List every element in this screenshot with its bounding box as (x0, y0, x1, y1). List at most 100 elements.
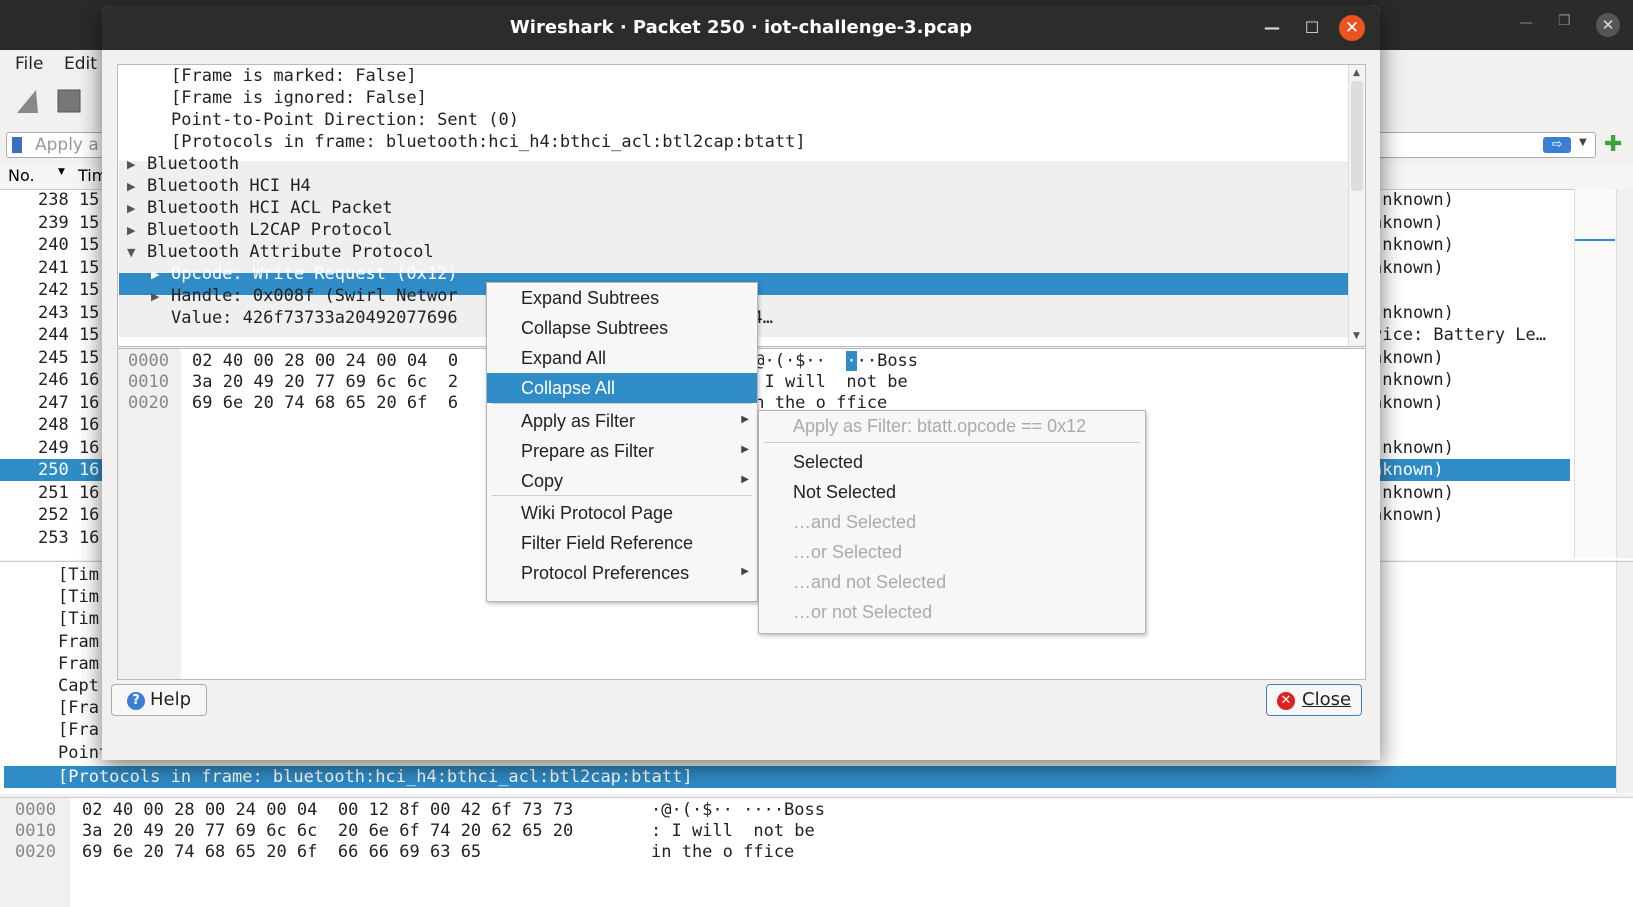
main-restore-button[interactable]: ❐ (1558, 13, 1571, 29)
expand-arrow-icon[interactable]: ▶ (151, 290, 159, 303)
menu-item-apply-as-filter[interactable]: Apply as Filter ▶ (487, 406, 757, 436)
row-number: 247 16 (38, 392, 100, 413)
protocol-node[interactable]: Bluetooth L2CAP Protocol (147, 220, 393, 240)
bytes-hex[interactable]: 02 40 00 28 00 24 00 04 00 12 8f 00 42 6… (82, 800, 573, 820)
detail-line[interactable]: [Tim (58, 565, 99, 585)
hex-bytes[interactable]: 3a 20 49 20 77 69 6c 6c 2 (192, 372, 458, 392)
bytes-ascii[interactable]: : I will not be (651, 821, 825, 841)
detail-line[interactable]: [Tim (58, 587, 99, 607)
close-button[interactable]: ✕ Close (1266, 684, 1362, 716)
row-number: 251 16 (38, 482, 100, 503)
expand-arrow-icon[interactable]: ▶ (127, 158, 135, 171)
row-number: 253 16 (38, 527, 100, 548)
value-node[interactable]: Value: 426f73733a20492077696 (171, 308, 458, 328)
add-filter-button-icon[interactable]: ✚ (1604, 132, 1622, 157)
filter-expression-area[interactable]: ⇨ ▼ (1378, 132, 1596, 158)
menu-item-filter-field-reference[interactable]: Filter Field Reference (487, 528, 757, 558)
submenu-item-label: Not Selected (793, 482, 897, 502)
expand-arrow-icon[interactable]: ▶ (127, 224, 135, 237)
detail-line[interactable]: [Tim (58, 609, 99, 629)
detail-line[interactable]: [Fra (58, 698, 99, 718)
collapse-arrow-icon[interactable]: ▼ (127, 246, 135, 259)
tree-line[interactable]: [Frame is marked: False] (171, 66, 417, 86)
menu-item-expand-subtrees[interactable]: Expand Subtrees (487, 283, 757, 313)
detail-line[interactable]: [Fra (58, 720, 99, 740)
row-info: nknown) (1372, 505, 1444, 525)
main-close-button[interactable]: ✕ (1596, 13, 1620, 37)
dialog-minimize-button[interactable]: — (1262, 18, 1282, 38)
submenu-item[interactable]: Not Selected (759, 477, 1145, 507)
tree-line[interactable]: Point-to-Point Direction: Sent (0) (171, 110, 519, 130)
opcode-node[interactable]: Opcode: Write Request (0x12) (171, 264, 458, 284)
submenu-item: …and not Selected (759, 567, 1145, 597)
menu-item-collapse-all[interactable]: Collapse All (487, 373, 757, 403)
stop-capture-icon[interactable] (55, 87, 83, 115)
submenu-header: Apply as Filter: btatt.opcode == 0x12 (759, 411, 1145, 441)
protocol-node[interactable]: Bluetooth Attribute Protocol (147, 242, 434, 262)
expand-arrow-icon[interactable]: ▶ (151, 268, 159, 281)
tree-line[interactable]: [Frame is ignored: False] (171, 88, 427, 108)
tree-line[interactable]: [Protocols in frame: bluetooth:hci_h4:bt… (171, 132, 806, 152)
display-filter-input[interactable]: Apply a (6, 132, 104, 158)
expand-arrow-icon[interactable]: ▶ (127, 180, 135, 193)
bookmark-icon[interactable] (12, 137, 22, 153)
menu-file[interactable]: File (15, 54, 43, 74)
filter-dropdown-icon[interactable]: ▼ (1579, 137, 1587, 148)
hex-bytes[interactable]: 02 40 00 28 00 24 00 04 0 (192, 351, 458, 371)
detail-scrollbar[interactable] (1616, 562, 1633, 793)
dialog-close-x-button[interactable]: ✕ (1339, 15, 1365, 41)
apply-filter-arrow-icon[interactable]: ⇨ (1543, 137, 1571, 153)
hex-offset: 0000 (128, 351, 169, 371)
ascii-part: ··Boss (856, 351, 919, 371)
main-minimize-button[interactable]: — (1519, 15, 1533, 31)
hex-bytes[interactable]: 69 6e 20 74 68 65 20 6f 6 (192, 393, 458, 413)
filter-placeholder: Apply a (35, 135, 99, 155)
protocol-node[interactable]: Bluetooth (147, 154, 239, 174)
protocol-node[interactable]: Bluetooth HCI H4 (147, 176, 311, 196)
tree-scrollbar[interactable]: ▲ ▼ (1348, 65, 1365, 346)
hex-offset: 0020 (128, 393, 169, 413)
menu-edit[interactable]: Edit (64, 54, 97, 74)
menu-item-protocol-preferences[interactable]: Protocol Preferences ▶ (487, 558, 757, 588)
hex-ascii[interactable]: : I will not be (744, 372, 908, 392)
bytes-ascii[interactable]: in the o ffice (651, 842, 794, 862)
dialog-maximize-button[interactable]: ☐ (1302, 18, 1322, 38)
help-label: Help (150, 689, 192, 710)
submenu-item[interactable]: Selected (759, 447, 1145, 477)
menu-separator (492, 403, 752, 404)
bytes-hex[interactable]: 3a 20 49 20 77 69 6c 6c 20 6e 6f 74 20 6… (82, 821, 573, 841)
submenu-arrow-icon: ▶ (741, 474, 749, 485)
menu-item-label: Apply as Filter (521, 411, 636, 431)
row-number: 249 16 (38, 437, 100, 458)
shark-fin-icon[interactable] (14, 87, 42, 115)
hex-ascii[interactable]: ·@·(·$·· ···Boss (744, 351, 918, 371)
bytes-hex[interactable]: 69 6e 20 74 68 65 20 6f 66 66 69 63 65 (82, 842, 481, 862)
menu-item-expand-all[interactable]: Expand All (487, 343, 757, 373)
detail-selected-text: [Protocols in frame: bluetooth:hci_h4:bt… (58, 767, 693, 787)
detail-selected-row[interactable]: [Protocols in frame: bluetooth:hci_h4:bt… (4, 766, 1618, 788)
submenu-item-label: …or Selected (793, 542, 903, 562)
submenu-arrow-icon: ▶ (741, 566, 749, 577)
bytes-ascii[interactable]: ·@·(·$·· ····Boss (651, 800, 825, 820)
menu-item-wiki-protocol-page[interactable]: Wiki Protocol Page (487, 498, 757, 528)
packet-list-minimap (1574, 189, 1615, 558)
menu-item-label: Expand All (521, 348, 607, 368)
menu-item-collapse-subtrees[interactable]: Collapse Subtrees (487, 313, 757, 343)
bytes-offset: 0010 (15, 821, 56, 841)
menu-item-label: Prepare as Filter (521, 441, 655, 461)
detail-line[interactable]: Fram (58, 632, 99, 652)
handle-node[interactable]: Handle: 0x008f (Swirl Networ (171, 286, 458, 306)
detail-line[interactable]: Fram (58, 654, 99, 674)
menu-item-label: Protocol Preferences (521, 563, 690, 583)
menu-item-copy[interactable]: Copy ▶ (487, 466, 757, 496)
packet-list-scrollbar[interactable] (1616, 189, 1633, 558)
detail-line[interactable]: Capt (58, 676, 99, 696)
help-button[interactable]: ? Help (111, 684, 207, 716)
protocol-node[interactable]: Bluetooth HCI ACL Packet (147, 198, 393, 218)
column-no[interactable]: No. (8, 166, 35, 185)
row-info: Jnknown) (1372, 482, 1454, 503)
menu-item-prepare-as-filter[interactable]: Prepare as Filter ▶ (487, 436, 757, 466)
expand-arrow-icon[interactable]: ▶ (127, 202, 135, 215)
submenu-arrow-icon: ▶ (741, 414, 749, 425)
row-number: 243 15 (38, 302, 100, 323)
